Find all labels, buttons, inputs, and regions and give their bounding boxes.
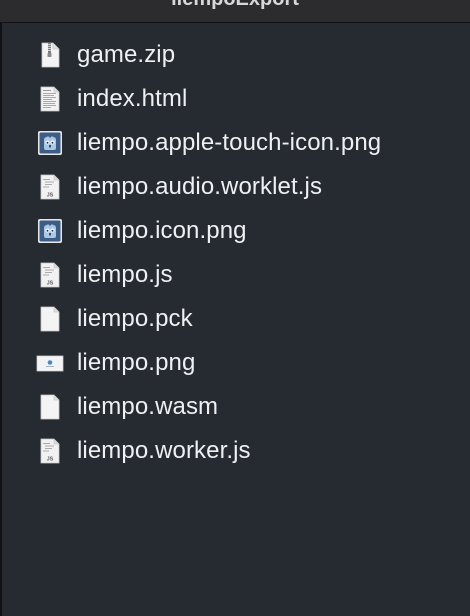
file-item-worker-js[interactable]: JS liempo.worker.js xyxy=(0,429,470,473)
title-bar[interactable]: liempoExport xyxy=(0,0,470,23)
file-name: liempo.wasm xyxy=(77,393,219,420)
js-file-icon: JS xyxy=(40,262,60,288)
file-name: liempo.js xyxy=(77,261,173,288)
file-name: liempo.icon.png xyxy=(77,217,247,244)
file-name: liempo.audio.worklet.js xyxy=(77,173,323,200)
file-name: liempo.png xyxy=(77,349,196,376)
window-title: liempoExport xyxy=(0,0,470,11)
file-item-liempo-pck[interactable]: liempo.pck xyxy=(0,297,470,341)
file-list: game.zip index.html liempo.apple-touch-i… xyxy=(0,33,470,473)
file-item-icon-png[interactable]: liempo.icon.png xyxy=(0,209,470,253)
svg-text:JS: JS xyxy=(47,193,54,199)
svg-text:JS: JS xyxy=(47,281,54,287)
godot-image-icon xyxy=(38,219,62,243)
file-item-liempo-js[interactable]: JS liempo.js xyxy=(0,253,470,297)
js-file-icon: JS xyxy=(40,174,60,200)
file-item-liempo-png[interactable]: liempo.png xyxy=(0,341,470,385)
js-file-icon: JS xyxy=(40,438,60,464)
file-name: game.zip xyxy=(77,41,176,68)
zip-file-icon xyxy=(41,42,60,68)
html-document-icon xyxy=(40,86,60,112)
file-item-audio-worklet-js[interactable]: JS liempo.audio.worklet.js xyxy=(0,165,470,209)
blank-document-icon xyxy=(40,394,60,420)
file-name: liempo.worker.js xyxy=(77,437,251,464)
file-name: index.html xyxy=(77,85,188,112)
file-item-index-html[interactable]: index.html xyxy=(0,77,470,121)
file-item-apple-touch-icon[interactable]: liempo.apple-touch-icon.png xyxy=(0,121,470,165)
image-preview-icon xyxy=(36,355,64,372)
blank-document-icon xyxy=(40,306,60,332)
finder-window: liempoExport game.zip xyxy=(0,0,470,616)
file-name: liempo.pck xyxy=(77,305,193,332)
file-item-game-zip[interactable]: game.zip xyxy=(0,33,470,77)
godot-image-icon xyxy=(38,131,62,155)
svg-text:JS: JS xyxy=(47,457,54,463)
file-item-liempo-wasm[interactable]: liempo.wasm xyxy=(0,385,470,429)
file-name: liempo.apple-touch-icon.png xyxy=(77,129,382,156)
